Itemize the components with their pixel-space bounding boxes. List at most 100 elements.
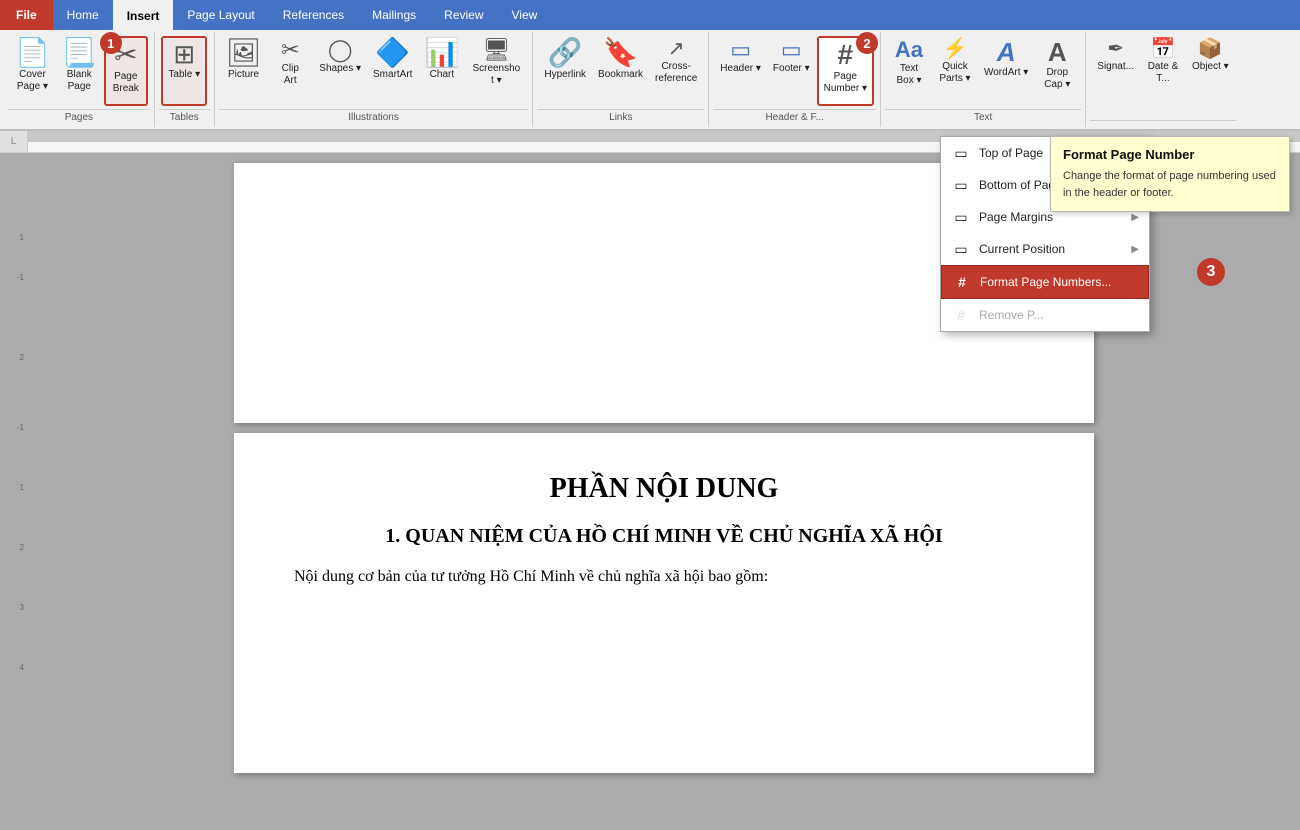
text-box-button[interactable]: Aa TextBox ▾ [887, 36, 931, 106]
tab-mailings[interactable]: Mailings [358, 0, 430, 30]
cross-ref-button[interactable]: ↗ Cross-reference [650, 36, 702, 106]
shapes-label: Shapes ▾ [319, 63, 361, 75]
step1-badge: 1 [100, 32, 122, 54]
tab-page-layout[interactable]: Page Layout [173, 0, 268, 30]
page-margins-icon: ▭ [951, 207, 971, 227]
bookmark-icon: 🔖 [603, 39, 638, 67]
smartart-button[interactable]: 🔷 SmartArt [368, 36, 417, 106]
ruler-mark-4: -1 [17, 423, 24, 432]
clip-art-icon: ✂ [281, 39, 299, 61]
quick-parts-label: QuickParts ▾ [939, 61, 970, 85]
drop-cap-icon: A [1048, 39, 1067, 65]
current-position-item[interactable]: ▭ Current Position ▶ [941, 233, 1149, 265]
shapes-button[interactable]: ◯ Shapes ▾ [314, 36, 366, 106]
clip-art-button[interactable]: ✂ ClipArt [268, 36, 312, 106]
group-symbols: ✒ Signat... 📅 Date &T... 📦 Object ▾ [1086, 32, 1239, 127]
group-illustrations: 🖼 Picture ✂ ClipArt ◯ Shapes ▾ 🔷 SmartAr… [215, 32, 534, 127]
text-box-icon: Aa [895, 39, 923, 61]
group-tables: ⊞ Table ▾ Tables [155, 32, 215, 127]
illustrations-group-label: Illustrations [219, 109, 529, 125]
bookmark-button[interactable]: 🔖 Bookmark [593, 36, 648, 106]
hyperlink-button[interactable]: 🔗 Hyperlink [539, 36, 591, 106]
ruler-mark-7: 3 [20, 603, 24, 612]
table-button[interactable]: ⊞ Table ▾ [161, 36, 207, 106]
screenshot-label: Screenshot ▾ [471, 63, 521, 87]
cover-page-icon: 📄 [15, 39, 50, 67]
tab-insert[interactable]: Insert [113, 0, 174, 30]
top-of-page-icon: ▭ [951, 143, 971, 163]
footer-button[interactable]: ▭ Footer ▾ [768, 36, 815, 106]
symbols-group-label [1090, 120, 1235, 125]
ruler-mark-2: -1 [17, 273, 24, 282]
tab-references[interactable]: References [269, 0, 358, 30]
header-label: Header ▾ [720, 63, 761, 75]
page-margins-label: Page Margins [979, 210, 1131, 224]
signature-label: Signat... [1097, 61, 1134, 73]
tab-view[interactable]: View [498, 0, 552, 30]
chart-button[interactable]: 📊 Chart [419, 36, 464, 106]
date-time-icon: 📅 [1151, 39, 1176, 59]
ruler-mark-3: 2 [20, 353, 24, 362]
smartart-label: SmartArt [373, 69, 412, 81]
hyperlink-icon: 🔗 [548, 39, 583, 67]
left-ruler: 1 -1 2 -1 1 2 3 4 [0, 153, 28, 825]
smartart-icon: 🔷 [375, 39, 410, 67]
ruler-mark-6: 2 [20, 543, 24, 552]
ruler-corner: L [0, 131, 28, 153]
footer-label: Footer ▾ [773, 63, 810, 75]
footer-icon: ▭ [781, 39, 802, 61]
doc-heading-main: PHẦN NỘI DUNG [294, 473, 1034, 505]
pages-group-label: Pages [8, 109, 150, 125]
remove-page-numbers-label: Remove P... [979, 308, 1139, 322]
picture-label: Picture [228, 69, 259, 81]
wordart-icon: A [997, 39, 1016, 65]
blank-page-button[interactable]: 📃 BlankPage [57, 36, 102, 106]
wordart-button[interactable]: A WordArt ▾ [979, 36, 1033, 106]
clip-art-label: ClipArt [282, 63, 299, 87]
page-number-button[interactable]: 2 # PageNumber ▾ [817, 36, 874, 106]
bottom-of-page-icon: ▭ [951, 175, 971, 195]
bookmark-label: Bookmark [598, 69, 643, 81]
blank-page-icon: 📃 [62, 39, 97, 67]
date-time-button[interactable]: 📅 Date &T... [1141, 36, 1185, 106]
blank-page-label: BlankPage [67, 69, 92, 93]
picture-icon: 🖼 [226, 39, 262, 67]
object-button[interactable]: 📦 Object ▾ [1187, 36, 1234, 106]
cover-page-label: CoverPage ▾ [17, 69, 48, 93]
signature-icon: ✒ [1107, 39, 1124, 59]
current-position-icon: ▭ [951, 239, 971, 259]
group-text: Aa TextBox ▾ ⚡ QuickParts ▾ A WordArt ▾ … [881, 32, 1086, 127]
tab-home[interactable]: Home [53, 0, 113, 30]
doc-heading-sub: 1. QUAN NIỆM CỦA HỒ CHÍ MINH VỀ CHỦ NGHĨ… [294, 525, 1034, 548]
doc-text: Nội dung cơ bản của tư tưởng Hồ Chí Minh… [294, 564, 1034, 590]
shapes-icon: ◯ [328, 39, 353, 61]
quick-parts-button[interactable]: ⚡ QuickParts ▾ [933, 36, 977, 106]
tab-review[interactable]: Review [430, 0, 497, 30]
drop-cap-label: DropCap ▾ [1044, 67, 1070, 91]
remove-page-numbers-item: # Remove P... [941, 299, 1149, 331]
tab-file[interactable]: File [0, 0, 53, 30]
signature-button[interactable]: ✒ Signat... [1092, 36, 1139, 106]
remove-page-numbers-icon: # [951, 305, 971, 325]
screenshot-button[interactable]: 🖥 Screenshot ▾ [466, 36, 526, 106]
cross-ref-label: Cross-reference [655, 61, 697, 85]
tables-group-label: Tables [159, 109, 210, 125]
ruler-mark-1: 1 [20, 233, 24, 242]
date-time-label: Date &T... [1148, 61, 1179, 85]
page-break-button[interactable]: 1 ✂ PageBreak [104, 36, 148, 106]
links-group-label: Links [537, 109, 704, 125]
header-button[interactable]: ▭ Header ▾ [715, 36, 766, 106]
format-page-numbers-item[interactable]: # Format Page Numbers... [941, 265, 1149, 299]
table-icon: ⊞ [173, 41, 195, 67]
wordart-label: WordArt ▾ [984, 67, 1028, 79]
screenshot-icon: 🖥 [482, 39, 510, 61]
page-number-icon: # [838, 41, 854, 69]
group-pages: 📄 CoverPage ▾ 📃 BlankPage 1 ✂ PageBreak … [4, 32, 155, 127]
drop-cap-button[interactable]: A DropCap ▾ [1035, 36, 1079, 106]
format-page-number-tooltip: Format Page Number Change the format of … [1050, 136, 1290, 212]
cover-page-button[interactable]: 📄 CoverPage ▾ [10, 36, 55, 106]
group-header-footer: ▭ Header ▾ ▭ Footer ▾ 2 # PageNumber ▾ H… [709, 32, 881, 127]
chart-label: Chart [430, 69, 454, 81]
current-position-arrow: ▶ [1131, 244, 1139, 255]
picture-button[interactable]: 🖼 Picture [221, 36, 267, 106]
